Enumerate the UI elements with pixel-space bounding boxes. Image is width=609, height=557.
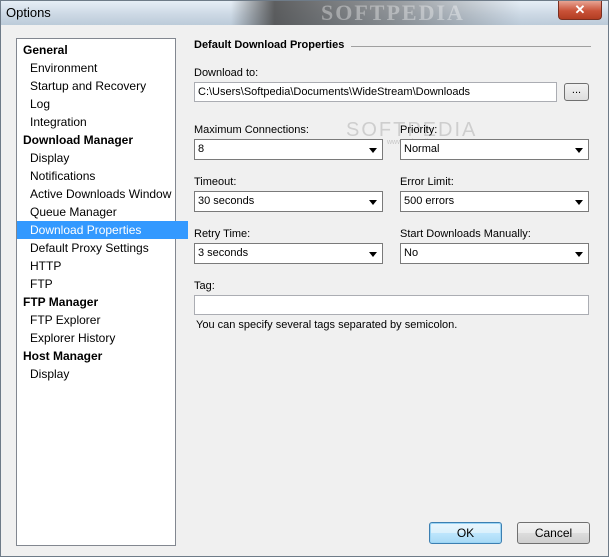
priority-label: Priority: — [400, 124, 438, 136]
banner-watermark: SOFTPEDIA — [321, 0, 465, 25]
chevron-down-icon — [575, 148, 583, 153]
timeout-label: Timeout: — [194, 176, 237, 188]
tree-item[interactable]: Explorer History — [17, 329, 188, 347]
download-to-field[interactable]: C:\Users\Softpedia\Documents\WideStream\… — [194, 82, 557, 102]
section-divider — [351, 46, 591, 47]
tree-item[interactable]: Environment — [17, 59, 188, 77]
chevron-down-icon — [369, 200, 377, 205]
retry-time-label: Retry Time: — [194, 228, 251, 240]
tree-group[interactable]: Host Manager — [17, 347, 181, 365]
chevron-down-icon — [575, 252, 583, 257]
tree-item[interactable]: Display — [17, 149, 188, 167]
tree-item[interactable]: Startup and Recovery — [17, 77, 188, 95]
start-manually-select[interactable]: No — [400, 243, 589, 264]
tree-item[interactable]: Queue Manager — [17, 203, 188, 221]
start-manually-label: Start Downloads Manually: — [400, 228, 531, 240]
close-button[interactable]: ✕ — [558, 1, 602, 20]
chevron-down-icon — [369, 148, 377, 153]
title-bar[interactable]: SOFTPEDIA Options ✕ — [1, 1, 608, 25]
tag-field[interactable] — [194, 295, 589, 315]
tree-group[interactable]: Download Manager — [17, 131, 181, 149]
ok-button[interactable]: OK — [429, 522, 502, 544]
retry-time-select[interactable]: 3 seconds — [194, 243, 383, 264]
max-connections-select[interactable]: 8 — [194, 139, 383, 160]
timeout-select[interactable]: 30 seconds — [194, 191, 383, 212]
tree-item[interactable]: Integration — [17, 113, 188, 131]
tree-group[interactable]: FTP Manager — [17, 293, 181, 311]
section-title: Default Download Properties — [194, 39, 345, 51]
max-connections-label: Maximum Connections: — [194, 124, 309, 136]
tree-item[interactable]: Notifications — [17, 167, 188, 185]
tree-item[interactable]: FTP Explorer — [17, 311, 188, 329]
timeout-value: 30 seconds — [198, 195, 255, 207]
max-connections-value: 8 — [198, 143, 205, 155]
tree-item[interactable]: Log — [17, 95, 188, 113]
tag-hint: You can specify several tags separated b… — [196, 319, 458, 331]
tag-label: Tag: — [194, 280, 215, 292]
download-to-label: Download to: — [194, 67, 259, 79]
tree-item[interactable]: FTP — [17, 275, 188, 293]
chevron-down-icon — [575, 200, 583, 205]
priority-value: Normal — [404, 143, 440, 155]
close-icon[interactable]: ✕ — [575, 2, 586, 17]
error-limit-value: 500 errors — [404, 195, 455, 207]
tree-item[interactable]: Default Proxy Settings — [17, 239, 188, 257]
browse-button[interactable]: ... — [564, 83, 589, 101]
options-tree[interactable]: General Environment Startup and Recovery Lo… — [16, 38, 188, 546]
tree-item[interactable]: Active Downloads Window — [17, 185, 188, 203]
options-dialog: SOFTPEDIA Options ✕ General Environment St… — [0, 0, 609, 557]
tree-item[interactable]: Download Properties — [17, 221, 188, 239]
tree-item[interactable]: Display — [17, 365, 188, 383]
error-limit-select[interactable]: 500 errors — [400, 191, 589, 212]
tree-item[interactable]: HTTP — [17, 257, 188, 275]
window-title: Options — [6, 5, 51, 20]
cancel-button[interactable]: Cancel — [517, 522, 590, 544]
chevron-down-icon — [369, 252, 377, 257]
start-manually-value: No — [404, 247, 419, 259]
retry-time-value: 3 seconds — [198, 247, 249, 259]
error-limit-label: Error Limit: — [400, 176, 454, 188]
tree-group[interactable]: General — [17, 41, 181, 59]
priority-select[interactable]: Normal — [400, 139, 589, 160]
